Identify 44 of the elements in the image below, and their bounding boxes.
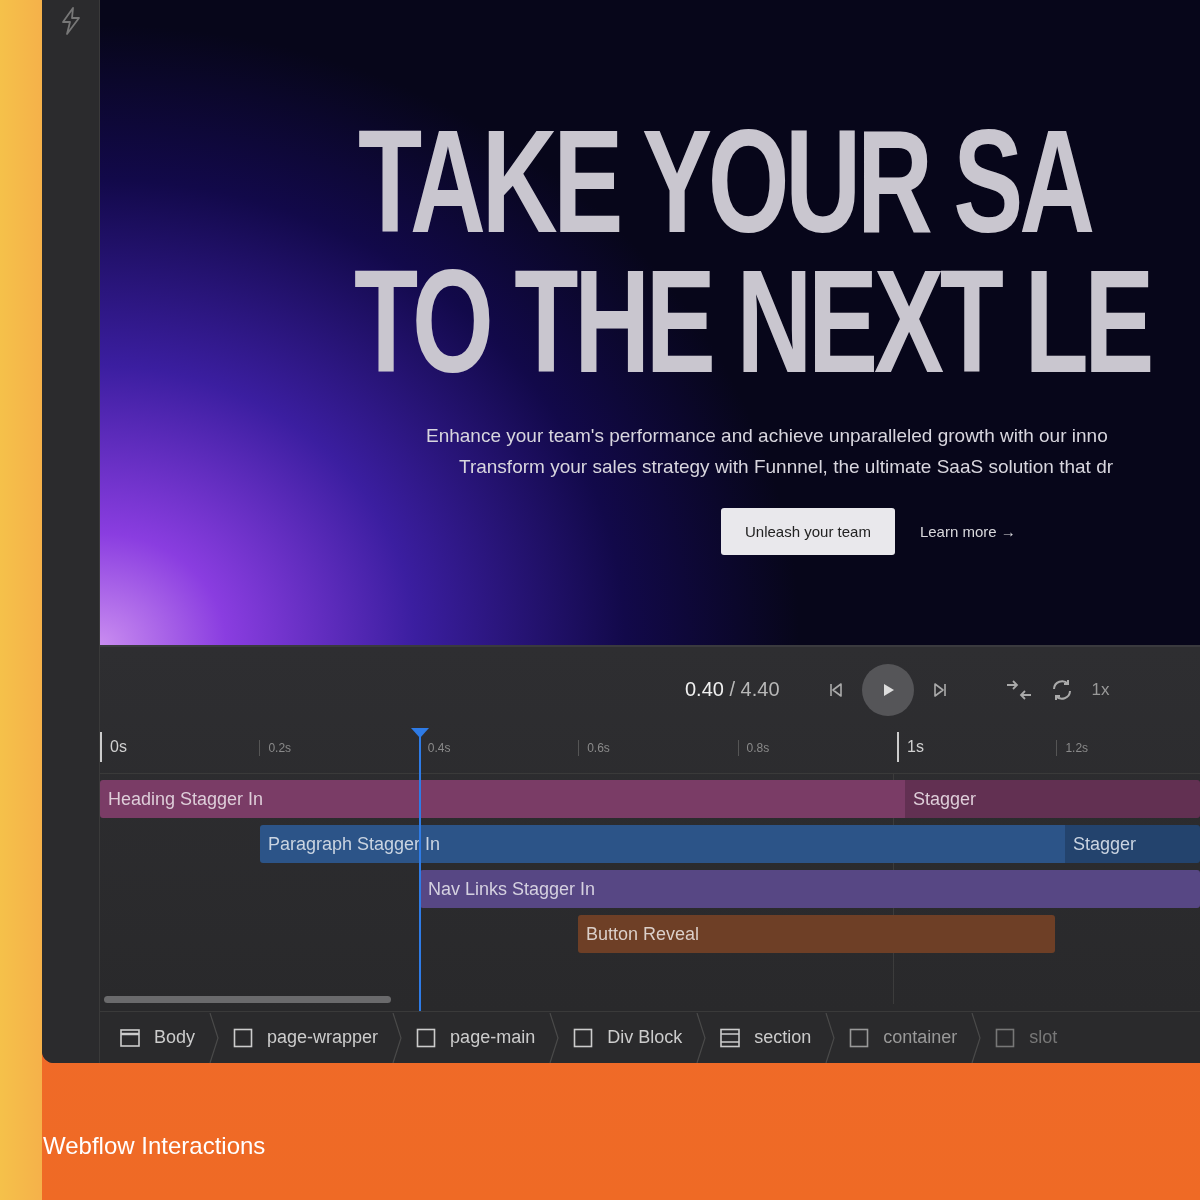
hero-headline: TAKE YOUR SA (358, 112, 1091, 252)
scrollbar[interactable] (104, 996, 391, 1004)
unleash-button[interactable]: Unleash your team (721, 508, 895, 555)
learn-more-link[interactable]: Learn more → (919, 523, 1016, 540)
breadcrumb-item[interactable]: container (849, 1027, 972, 1048)
animation-bar[interactable]: Stagger (1065, 825, 1200, 864)
skip-forward-icon[interactable] (931, 681, 948, 698)
hero-paragraph: Enhance your team's performance and achieve unparalleled growth with our inno (426, 424, 1108, 448)
time-tick-label: 1.2s (1056, 740, 1089, 757)
time-tick-label: 0.6s (578, 740, 610, 757)
animation-bar[interactable]: Button Reveal (578, 915, 1055, 954)
skip-back-icon[interactable] (827, 681, 844, 698)
time-tick-label: 0.2s (259, 740, 292, 757)
chevron-icon (392, 1012, 403, 1063)
time-tick-label: 0.8s (737, 740, 770, 757)
window-icon (120, 1027, 140, 1048)
animation-bar[interactable]: Paragraph Stagger In (260, 825, 1065, 864)
breadcrumb-item[interactable]: section (720, 1027, 826, 1048)
chevron-icon (549, 1012, 560, 1063)
animation-bar[interactable]: Stagger (905, 780, 1200, 819)
square-icon (573, 1027, 594, 1048)
chevron-icon (825, 1012, 836, 1063)
animation-bar[interactable]: Nav Links Stagger In (420, 870, 1200, 909)
chevron-icon (696, 1012, 707, 1063)
hero-headline: TO THE NEXT LE (354, 252, 1151, 392)
chevron-icon (209, 1012, 220, 1063)
caption: Webflow Interactions (43, 1132, 266, 1160)
time-tick-label: 0s (100, 732, 127, 763)
square-icon (233, 1027, 254, 1048)
chevron-icon (971, 1012, 982, 1063)
collapse-arrows-icon[interactable] (1005, 679, 1032, 700)
playback-speed[interactable]: 1x (1091, 679, 1110, 700)
breadcrumb-item[interactable]: page-main (416, 1027, 550, 1048)
time-tick-label: 1s (897, 732, 924, 763)
square-icon (849, 1027, 870, 1048)
section-icon (720, 1027, 741, 1048)
hero-paragraph: Transform your sales strategy with Funnnel, the ultimate SaaS solution that dr (459, 455, 1114, 479)
time-readout: 0.40 / 4.40 (685, 678, 780, 702)
breadcrumb-item[interactable]: Div Block (573, 1027, 697, 1048)
square-icon (995, 1027, 1016, 1048)
breadcrumb-item[interactable]: Body (120, 1027, 210, 1048)
breadcrumb-item[interactable]: page-wrapper (233, 1027, 393, 1048)
square-icon (416, 1027, 437, 1048)
animation-bar[interactable]: Heading Stagger In (100, 780, 905, 819)
